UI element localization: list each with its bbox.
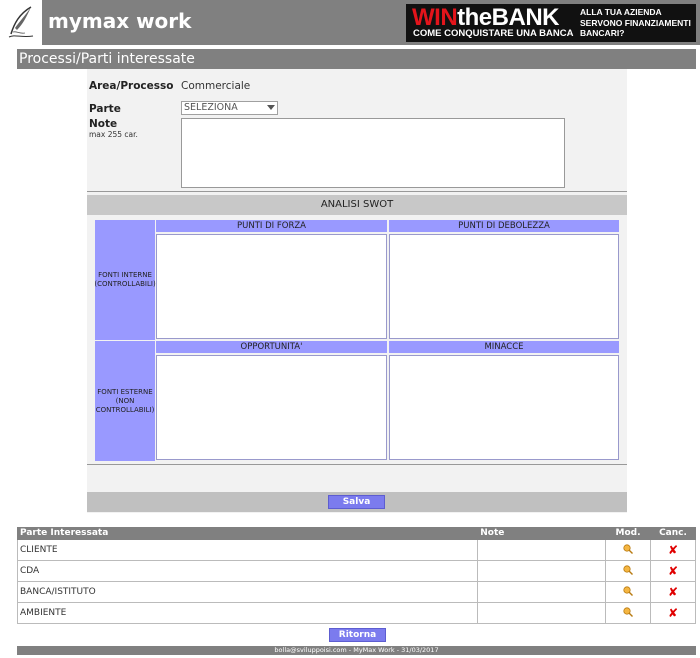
note-cell <box>477 560 607 582</box>
note-hint: max 255 car. <box>89 130 138 139</box>
edit-cell[interactable] <box>605 560 651 582</box>
area-value: Commerciale <box>181 80 251 92</box>
edit-pencil-icon[interactable] <box>623 585 634 596</box>
parties-table: Parte Interessata Note Mod. Canc. CLIENT… <box>16 527 696 624</box>
back-button[interactable]: Ritorna <box>329 628 386 642</box>
note-cell <box>477 581 607 603</box>
table-row: CDA ✘ <box>16 560 696 582</box>
banner-subtitle: COME CONQUISTARE UNA BANCA <box>413 28 574 39</box>
opportunities-header: OPPORTUNITA' <box>156 341 387 353</box>
divider <box>87 464 627 465</box>
swot-title: ANALISI SWOT <box>87 195 627 215</box>
note-cell <box>477 539 607 561</box>
edit-pencil-icon[interactable] <box>623 564 634 575</box>
external-sources-label: FONTI ESTERNE (NON CONTROLLABILI) <box>95 341 155 461</box>
weaknesses-header: PUNTI DI DEBOLEZZA <box>389 220 619 232</box>
form-panel: Area/Processo Commerciale Parte SELEZION… <box>87 69 627 513</box>
table-header-row: Parte Interessata Note Mod. Canc. <box>16 527 696 540</box>
delete-cell[interactable]: ✘ <box>650 539 696 561</box>
col-delete: Canc. <box>650 527 696 540</box>
strengths-textarea[interactable] <box>156 234 387 339</box>
note-label: Note <box>89 118 118 130</box>
table-row: AMBIENTE ✘ <box>16 602 696 624</box>
edit-pencil-icon[interactable] <box>623 543 634 554</box>
threats-textarea[interactable] <box>389 355 619 460</box>
threats-header: MINACCE <box>389 341 619 353</box>
page-title: Processi/Parti interessate <box>17 49 696 69</box>
col-edit: Mod. <box>605 527 651 540</box>
delete-cell[interactable]: ✘ <box>650 581 696 603</box>
weaknesses-textarea[interactable] <box>389 234 619 339</box>
parte-select-value: SELEZIONA <box>184 102 238 113</box>
table-row: CLIENTE ✘ <box>16 539 696 561</box>
internal-sources-label: FONTI INTERNE (CONTROLLABILI) <box>94 220 156 340</box>
parte-label: Parte <box>89 103 121 115</box>
table-row: BANCA/ISTITUTO ✘ <box>16 581 696 603</box>
col-party: Parte Interessata <box>16 527 479 540</box>
parte-select[interactable]: SELEZIONA <box>181 101 278 115</box>
top-bar: mymax work WINtheBANK COME CONQUISTARE U… <box>0 0 700 45</box>
delete-x-icon[interactable]: ✘ <box>668 606 678 620</box>
edit-cell[interactable] <box>605 581 651 603</box>
delete-cell[interactable]: ✘ <box>650 560 696 582</box>
save-bar: Salva <box>87 492 627 512</box>
logo <box>0 0 42 45</box>
app-title: mymax work <box>48 9 192 33</box>
party-cell: AMBIENTE <box>16 602 479 624</box>
save-button[interactable]: Salva <box>328 495 385 509</box>
delete-x-icon[interactable]: ✘ <box>668 564 678 578</box>
swot-grid: FONTI INTERNE (CONTROLLABILI) FONTI ESTE… <box>94 220 619 461</box>
opportunities-textarea[interactable] <box>156 355 387 460</box>
party-cell: BANCA/ISTITUTO <box>16 581 479 603</box>
logo-quill-icon <box>8 6 34 38</box>
delete-cell[interactable]: ✘ <box>650 602 696 624</box>
area-label: Area/Processo <box>89 80 174 92</box>
delete-x-icon[interactable]: ✘ <box>668 585 678 599</box>
note-cell <box>477 602 607 624</box>
chevron-down-icon <box>267 105 275 110</box>
divider <box>87 191 627 192</box>
note-textarea[interactable] <box>181 118 565 188</box>
strengths-header: PUNTI DI FORZA <box>156 220 387 232</box>
edit-cell[interactable] <box>605 539 651 561</box>
party-cell: CDA <box>16 560 479 582</box>
banner-tagline: ALLA TUA AZIENDA SERVONO FINANZIAMENTI B… <box>580 7 691 38</box>
ad-banner[interactable]: WINtheBANK COME CONQUISTARE UNA BANCA AL… <box>406 4 696 42</box>
party-cell: CLIENTE <box>16 539 479 561</box>
footer: bolla@sviluppoisi.com - MyMax Work - 31/… <box>17 646 696 655</box>
edit-cell[interactable] <box>605 602 651 624</box>
edit-pencil-icon[interactable] <box>623 606 634 617</box>
delete-x-icon[interactable]: ✘ <box>668 543 678 557</box>
col-note: Note <box>477 527 607 540</box>
